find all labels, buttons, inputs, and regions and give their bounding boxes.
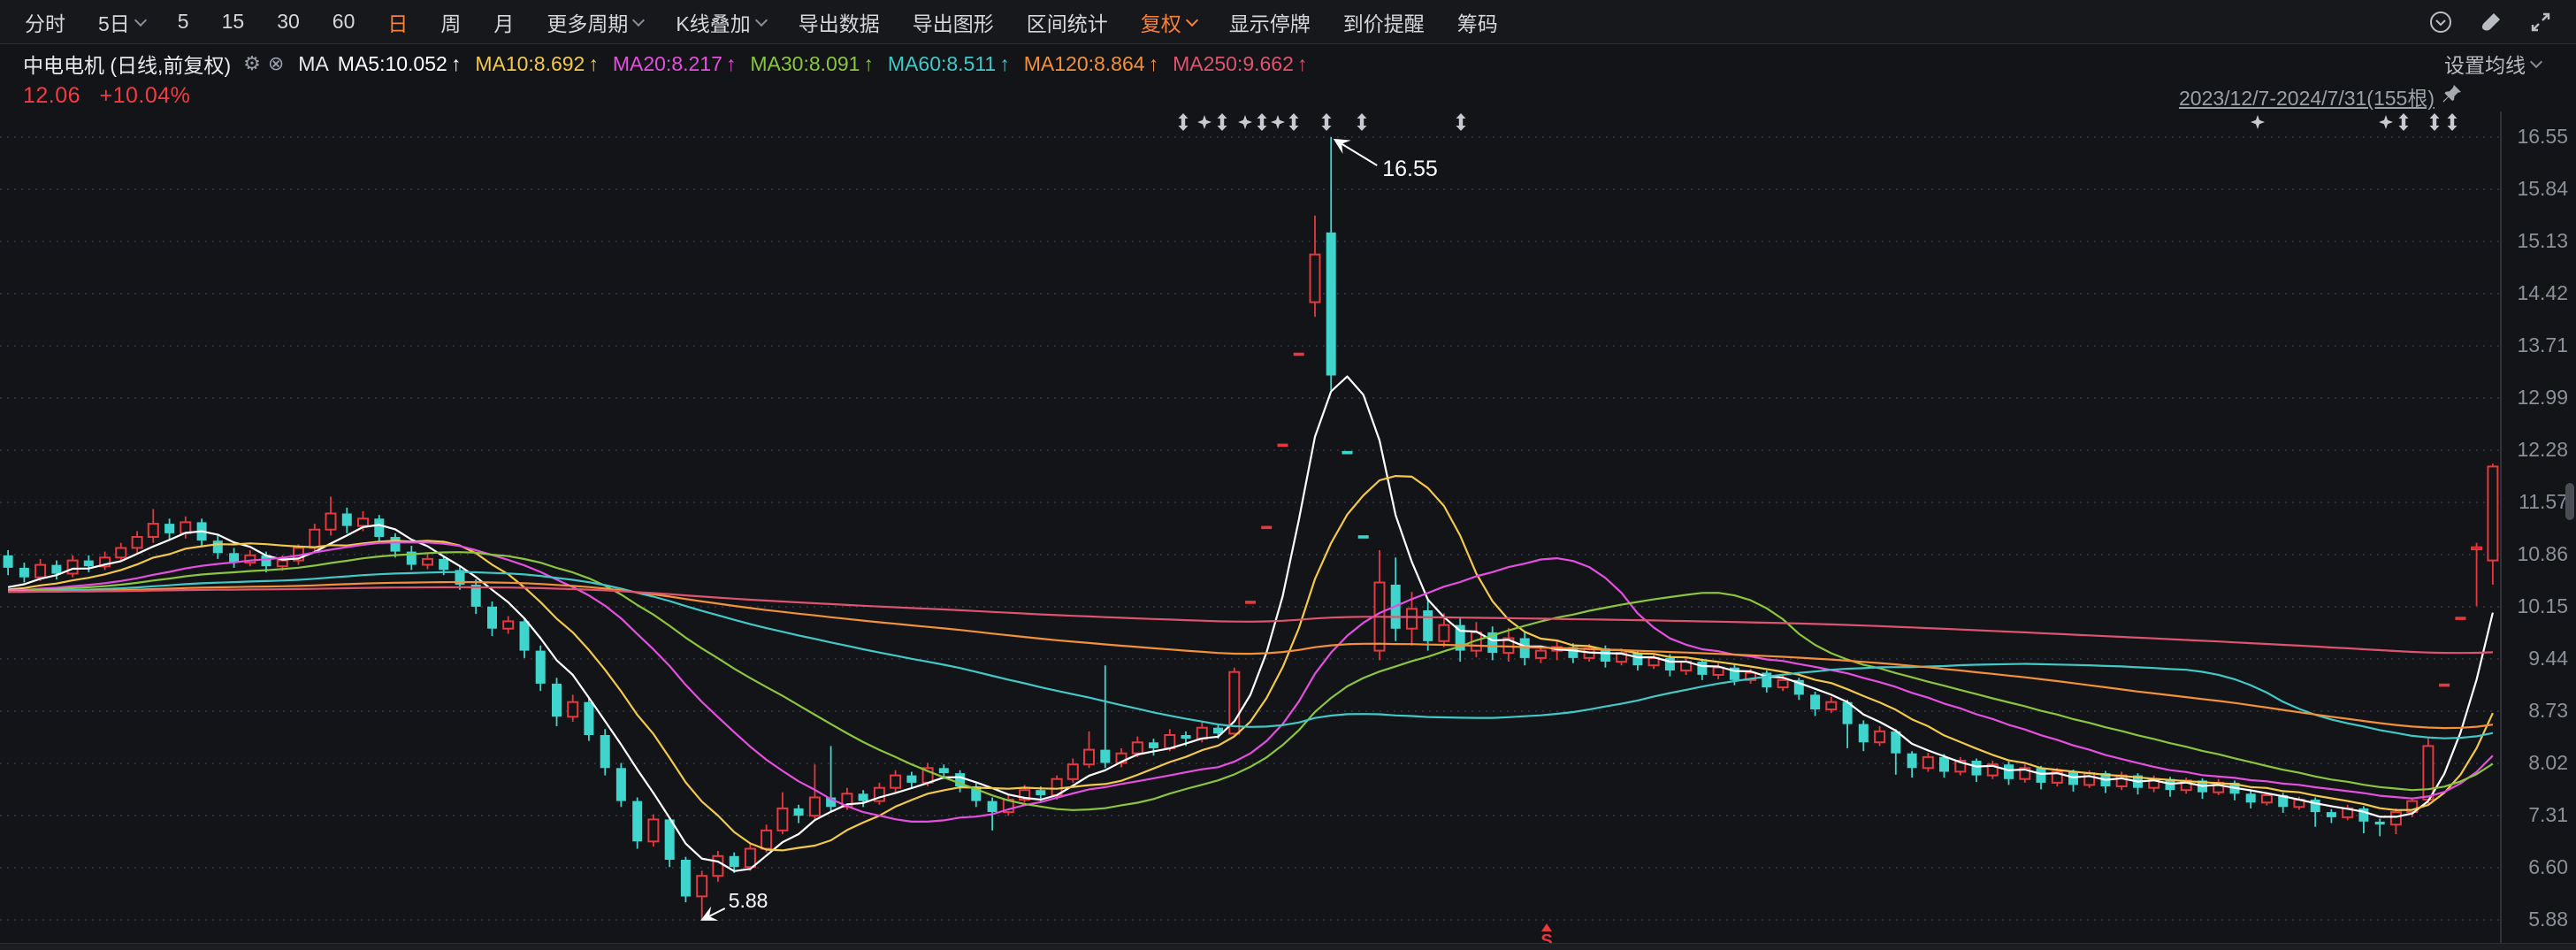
toolbar-item-label: 显示停牌: [1229, 7, 1311, 37]
date-range-link[interactable]: 2023/12/7-2024/7/31(155根): [2179, 81, 2463, 111]
ma-legend-item-MA20: MA20:8.217↑: [613, 52, 737, 75]
toolbar-item-label: 复权: [1141, 7, 1181, 37]
toolbar-item-label: 区间统计: [1027, 7, 1108, 37]
ma-legend-text: MA20:8.217: [613, 52, 722, 75]
up-arrow-icon: ↑: [588, 52, 599, 75]
toolbar-item-显示停牌[interactable]: 显示停牌: [1229, 7, 1311, 37]
toolbar-item-15[interactable]: 15: [222, 10, 245, 34]
price-axis-label: 15.13: [2504, 229, 2568, 253]
toolbar-item-更多周期[interactable]: 更多周期: [547, 7, 643, 37]
toolbar-item-导出图形[interactable]: 导出图形: [913, 7, 994, 37]
toolbar-item-5[interactable]: 5: [178, 10, 189, 34]
price-axis-label: 14.42: [2504, 281, 2568, 305]
price-axis: 16.55 15.84 15.13 14.42 13.71 12.99 12.28 11.57…: [2504, 0, 2572, 950]
ma-legend-item-MA250: MA250:9.662↑: [1173, 52, 1307, 75]
up-arrow-icon: ↑: [999, 52, 1010, 75]
toolbar-item-导出数据[interactable]: 导出数据: [799, 7, 880, 37]
ma-legend-text: MA30:8.091: [750, 52, 860, 75]
toolbar-item-label: 更多周期: [547, 7, 628, 37]
pin-icon[interactable]: [2442, 83, 2463, 110]
price-axis-label: 13.71: [2504, 333, 2568, 357]
kline-plot-region[interactable]: [0, 111, 2501, 946]
toolbar-item-复权[interactable]: 复权: [1141, 7, 1196, 37]
toolbar-items: 分时 5日 5 15 30 60 日 周 月 更多周期 K线叠加 导出数据 导出图形 区间统计 复权 显示停牌…: [25, 7, 1531, 37]
toolbar-item-区间统计[interactable]: 区间统计: [1027, 7, 1108, 37]
toolbar-item-label: 到价提醒: [1343, 7, 1425, 37]
period-toolbar: 分时 5日 5 15 30 60 日 周 月 更多周期 K线叠加 导出数据 导出图形 区间统计 复权 显示停牌…: [0, 0, 2576, 44]
brush-icon[interactable]: [2479, 10, 2503, 34]
toolbar-item-label: 月: [493, 7, 514, 37]
ma-legend-item-MA30: MA30:8.091↑: [750, 52, 874, 75]
toolbar-item-label: 60: [333, 10, 355, 34]
up-arrow-icon: ↑: [451, 52, 462, 75]
chevron-down-icon: [632, 13, 645, 26]
price-axis-label: 11.57: [2504, 490, 2568, 514]
price-axis-label: 10.15: [2504, 594, 2568, 618]
price-axis-label: 5.88: [2504, 908, 2568, 931]
ma-legend-text: MA250:9.662: [1173, 52, 1294, 75]
toolbar-item-周[interactable]: 周: [440, 7, 461, 37]
price-axis-label: 12.28: [2504, 438, 2568, 462]
toolbar-item-label: 筹码: [1457, 7, 1498, 37]
toolbar-item-日[interactable]: 日: [387, 7, 408, 37]
toolbar-item-label: 15: [222, 10, 245, 34]
price-axis-label: 15.84: [2504, 177, 2568, 201]
ma-legend-text: MA120:8.864: [1024, 52, 1145, 75]
chart-title-row: 中电电机 (日线,前复权) ⚙ ⊗ MA MA5:10.052↑MA10:8.6…: [0, 45, 2576, 82]
last-price-change: 12.06 +10.04%: [23, 83, 190, 109]
gear-icon[interactable]: ⚙: [243, 52, 261, 75]
price-axis-label: 9.44: [2504, 647, 2568, 670]
collapse-circle-icon[interactable]: [2427, 9, 2454, 35]
scrollbar-thumb[interactable]: [2565, 483, 2574, 520]
stock-chart-app: 分时 5日 5 15 30 60 日 周 月 更多周期 K线叠加 导出数据 导出图形 区间统计 复权 显示停牌…: [0, 0, 2576, 950]
toolbar-item-K线叠加[interactable]: K线叠加: [676, 7, 765, 37]
last-price: 12.06: [23, 83, 80, 108]
toolbar-item-label: K线叠加: [676, 7, 750, 37]
stock-name: 中电电机 (日线,前复权): [23, 49, 231, 79]
price-axis-label: 10.86: [2504, 542, 2568, 566]
toolbar-item-30[interactable]: 30: [277, 10, 300, 34]
price-axis-label: 8.02: [2504, 751, 2568, 775]
toolbar-item-筹码[interactable]: 筹码: [1457, 7, 1498, 37]
toolbar-item-label: 30: [277, 10, 300, 34]
up-arrow-icon: ↑: [1297, 52, 1308, 75]
ma-legend-text: MA60:8.511: [888, 52, 996, 75]
price-axis-label: 16.55: [2504, 125, 2568, 149]
ma-legend: MA5:10.052↑MA10:8.692↑MA20:8.217↑MA30:8.…: [338, 52, 1322, 76]
ma-legend-text: MA10:8.692: [475, 52, 585, 75]
chevron-down-icon: [1186, 13, 1198, 26]
toolbar-item-月[interactable]: 月: [493, 7, 514, 37]
toolbar-item-label: 导出数据: [799, 7, 880, 37]
toolbar-item-到价提醒[interactable]: 到价提醒: [1343, 7, 1425, 37]
bottom-divider: [0, 943, 2576, 950]
toolbar-item-label: 周: [440, 7, 461, 37]
up-arrow-icon: ↑: [863, 52, 874, 75]
up-arrow-icon: ↑: [726, 52, 737, 75]
price-axis-label: 8.73: [2504, 699, 2568, 723]
toolbar-item-label: 5: [178, 10, 189, 34]
change-percent: +10.04%: [100, 83, 191, 108]
ma-indicator-label: MA: [298, 52, 329, 76]
date-range-text: 2023/12/7-2024/7/31(155根): [2179, 81, 2435, 111]
ma-legend-item-MA120: MA120:8.864↑: [1024, 52, 1158, 75]
toolbar-item-60[interactable]: 60: [333, 10, 355, 34]
up-arrow-icon: ↑: [1149, 52, 1159, 75]
price-axis-label: 7.31: [2504, 803, 2568, 827]
price-axis-label: 6.60: [2504, 855, 2568, 879]
toolbar-item-label: 分时: [25, 7, 65, 37]
ma-legend-item-MA5: MA5:10.052↑: [338, 52, 462, 75]
toolbar-item-label: 日: [387, 7, 408, 37]
close-icon[interactable]: ⊗: [268, 52, 284, 75]
toolbar-item-分时[interactable]: 分时: [25, 7, 65, 37]
ma-legend-item-MA60: MA60:8.511↑: [888, 52, 1010, 75]
toolbar-item-label: 导出图形: [913, 7, 994, 37]
chart-info-row: 12.06 +10.04% 2023/12/7-2024/7/31(155根): [0, 81, 2576, 115]
chevron-down-icon: [755, 13, 768, 26]
toolbar-item-5日[interactable]: 5日: [98, 7, 145, 37]
chevron-down-icon: [134, 13, 147, 26]
ma-legend-text: MA5:10.052: [338, 52, 447, 75]
ma-legend-item-MA10: MA10:8.692↑: [475, 52, 599, 75]
toolbar-item-label: 5日: [98, 7, 130, 37]
price-axis-label: 12.99: [2504, 386, 2568, 410]
